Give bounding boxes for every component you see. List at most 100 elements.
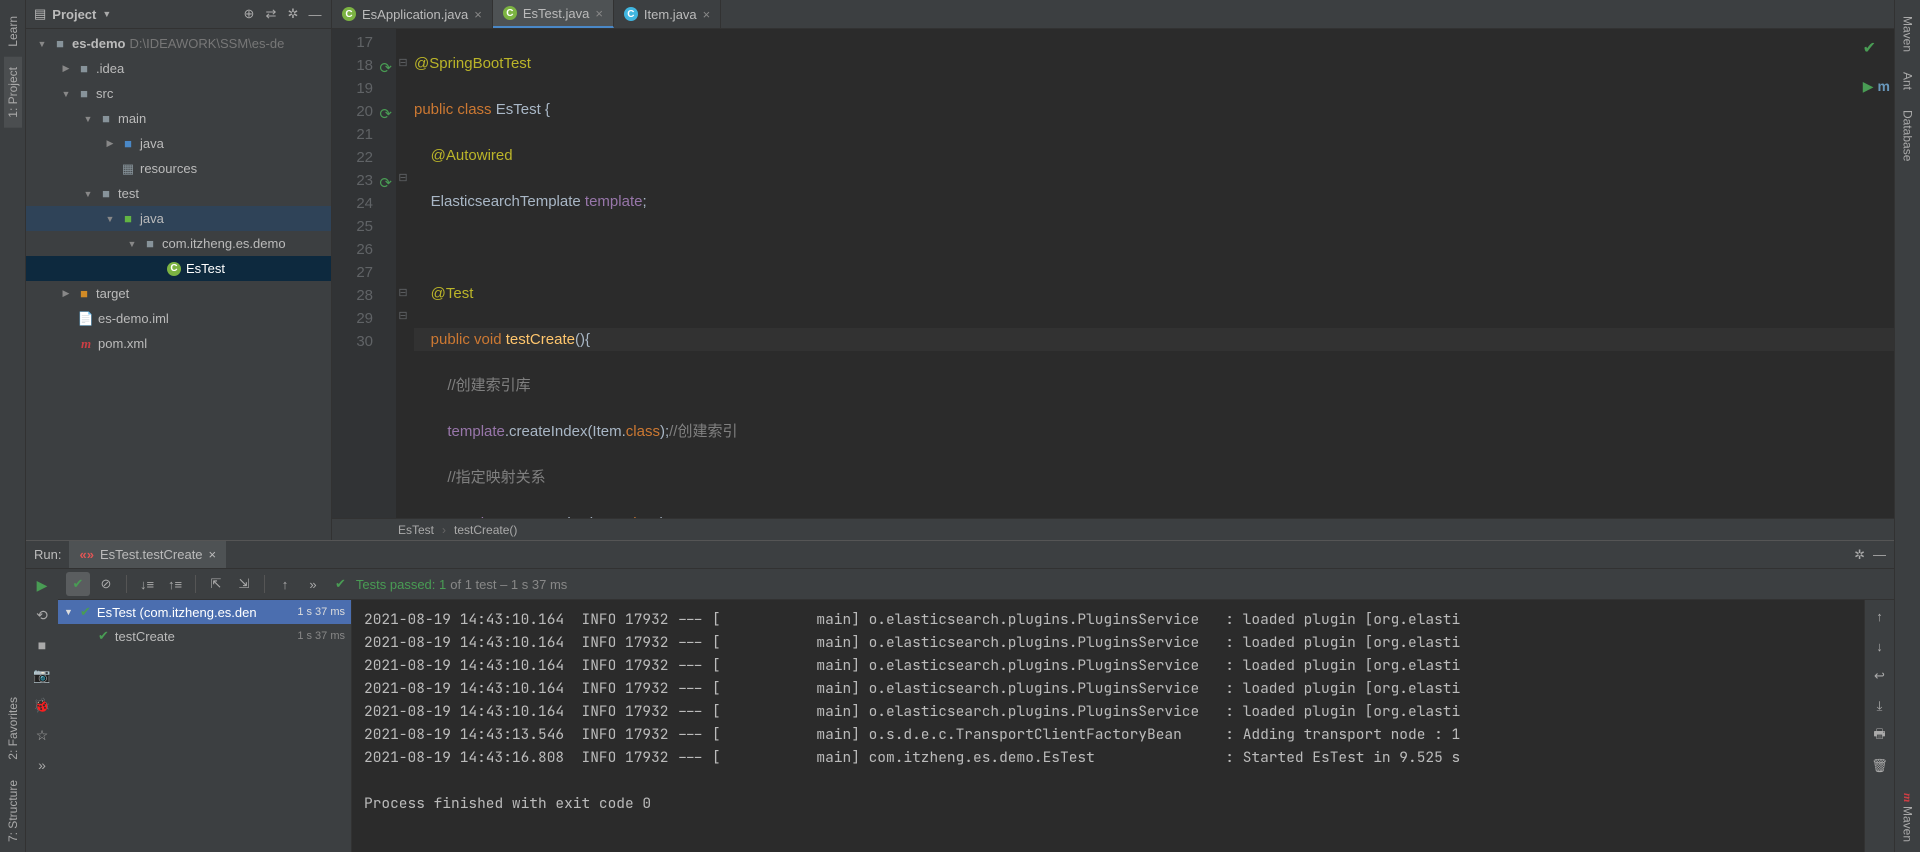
fold-column[interactable]: ⊟ ⊟⊟⊟ bbox=[396, 29, 410, 518]
tree-pom[interactable]: m pom.xml bbox=[26, 331, 331, 356]
run-toolbar: ✔ ⊘ ↓≡ ↑≡ ⇱ ⇲ ↑ » ✔ Tests passed: 1 of 1 bbox=[58, 569, 1894, 600]
check-icon: ✔ bbox=[98, 628, 109, 644]
run-icon[interactable]: ▶ bbox=[1863, 78, 1874, 95]
project-dropdown-icon[interactable]: ▼ bbox=[102, 9, 111, 19]
ant-tab[interactable]: Ant bbox=[1899, 62, 1917, 100]
close-icon[interactable]: × bbox=[209, 547, 217, 562]
settings-icon[interactable]: ✲ bbox=[285, 6, 301, 22]
console-output[interactable]: 2021-08-19 14:43:10.164 INFO 17932 --- [… bbox=[352, 600, 1864, 852]
run-panel: Run: «» EsTest.testCreate × ✲ — ▶ ⟲ ■ 📷 … bbox=[26, 540, 1894, 852]
settings-icon[interactable]: ✲ bbox=[1854, 547, 1865, 563]
expand-icon[interactable]: ⇄ bbox=[263, 6, 279, 22]
maven-tab[interactable]: mMaven bbox=[1898, 783, 1917, 852]
check-icon: ✔ bbox=[80, 604, 91, 620]
scroll-end-icon[interactable]: ⤓ bbox=[1870, 696, 1890, 716]
tab-esapplication[interactable]: C EsApplication.java × bbox=[332, 0, 493, 28]
tree-main-java[interactable]: ▶■ java bbox=[26, 131, 331, 156]
tree-idea[interactable]: ▶■ .idea bbox=[26, 56, 331, 81]
learn-tab[interactable]: Learn bbox=[4, 6, 22, 57]
run-gutter-icon[interactable]: ⟳ bbox=[378, 172, 392, 186]
tree-estest[interactable]: C EsTest bbox=[26, 256, 331, 281]
code-content[interactable]: @SpringBootTest public class EsTest { @A… bbox=[410, 29, 1894, 518]
close-icon[interactable]: × bbox=[595, 6, 603, 21]
database-tab[interactable]: Database bbox=[1899, 100, 1917, 171]
tree-target[interactable]: ▶■ target bbox=[26, 281, 331, 306]
tree-package[interactable]: ▼■ com.itzheng.es.demo bbox=[26, 231, 331, 256]
run-gutter-icon[interactable]: ⟳ bbox=[378, 57, 392, 71]
tab-estest[interactable]: C EsTest.java × bbox=[493, 0, 614, 28]
maven-top-tab[interactable]: Maven bbox=[1899, 6, 1917, 62]
right-tool-strip: Maven Ant Database mMaven bbox=[1894, 0, 1920, 852]
tab-item[interactable]: C Item.java × bbox=[614, 0, 721, 28]
structure-tab[interactable]: 7: Structure bbox=[4, 770, 22, 852]
sort-down-icon[interactable]: ↓≡ bbox=[135, 572, 159, 596]
tree-resources[interactable]: ▶▦ resources bbox=[26, 156, 331, 181]
run-tab[interactable]: «» EsTest.testCreate × bbox=[69, 541, 226, 568]
project-tree[interactable]: ▼ ■ es-demo D:\IDEAWORK\SSM\es-de ▶■ .id… bbox=[26, 29, 331, 540]
debug-icon[interactable]: 🐞 bbox=[32, 695, 52, 715]
collapse-all-icon[interactable]: ⇲ bbox=[232, 572, 256, 596]
run-gutter-icon[interactable]: ⟳ bbox=[378, 103, 392, 117]
run-header: Run: «» EsTest.testCreate × ✲ — bbox=[26, 541, 1894, 569]
project-title: Project bbox=[52, 7, 96, 22]
prev-icon[interactable]: ↑ bbox=[273, 572, 297, 596]
show-passed-button[interactable]: ✔ bbox=[66, 572, 90, 596]
project-header: ▤ Project ▼ ⊕ ⇄ ✲ — bbox=[26, 0, 331, 29]
class-icon: C bbox=[503, 6, 517, 20]
breadcrumb-class[interactable]: EsTest bbox=[398, 523, 434, 537]
maven-tool-icon[interactable]: m bbox=[1878, 78, 1890, 95]
test-tree[interactable]: ▼ ✔ EsTest (com.itzheng.es.den 1 s 37 ms… bbox=[58, 600, 352, 852]
console-right-toolbar: ↑ ↓ ↩ ⤓ 🖶 🗑 bbox=[1864, 600, 1894, 852]
show-ignored-button[interactable]: ⊘ bbox=[94, 572, 118, 596]
soft-wrap-icon[interactable]: ↩ bbox=[1870, 666, 1890, 686]
tree-root[interactable]: ▼ ■ es-demo D:\IDEAWORK\SSM\es-de bbox=[26, 31, 331, 56]
run-config-icon: «» bbox=[79, 547, 93, 562]
line-gutter: 17 18⟳ 19 20⟳ 21 22 23⟳ 24 25 26 27 28 2… bbox=[332, 29, 396, 518]
locate-icon[interactable]: ⊕ bbox=[241, 6, 257, 22]
toggle-autotest-icon[interactable]: ⟲ bbox=[32, 605, 52, 625]
close-icon[interactable]: × bbox=[474, 7, 482, 22]
editor-area: C EsApplication.java × C EsTest.java × C… bbox=[332, 0, 1894, 540]
down-icon[interactable]: ↓ bbox=[1870, 636, 1890, 656]
tests-passed-text: Tests passed: 1 bbox=[356, 577, 446, 592]
run-left-toolbar: ▶ ⟲ ■ 📷 🐞 ☆ » bbox=[26, 569, 58, 852]
next-icon[interactable]: » bbox=[301, 572, 325, 596]
rerun-button[interactable]: ▶ bbox=[32, 575, 52, 595]
pin-icon[interactable]: ☆ bbox=[32, 725, 52, 745]
print-icon[interactable]: 🖶 bbox=[1870, 726, 1890, 746]
hide-icon[interactable]: — bbox=[1873, 547, 1886, 562]
close-icon[interactable]: × bbox=[703, 7, 711, 22]
project-icon: ▤ bbox=[34, 6, 46, 22]
test-root-row[interactable]: ▼ ✔ EsTest (com.itzheng.es.den 1 s 37 ms bbox=[58, 600, 351, 624]
hide-icon[interactable]: — bbox=[307, 6, 323, 22]
clear-icon[interactable]: 🗑 bbox=[1870, 756, 1890, 776]
editor-tabs: C EsApplication.java × C EsTest.java × C… bbox=[332, 0, 1894, 29]
editor-quick-tools: ▶ m bbox=[1863, 78, 1890, 95]
breadcrumb[interactable]: EsTest › testCreate() bbox=[332, 518, 1894, 540]
tree-test[interactable]: ▼■ test bbox=[26, 181, 331, 206]
tests-passed-icon: ✔ bbox=[335, 576, 346, 592]
tree-main[interactable]: ▼■ main bbox=[26, 106, 331, 131]
left-tool-strip: Learn 1: Project 2: Favorites 7: Structu… bbox=[0, 0, 26, 852]
analysis-ok-icon[interactable]: ✔ bbox=[1863, 37, 1876, 60]
expand-all-icon[interactable]: ⇱ bbox=[204, 572, 228, 596]
class-icon: C bbox=[342, 7, 356, 21]
sort-up-icon[interactable]: ↑≡ bbox=[163, 572, 187, 596]
project-panel: ▤ Project ▼ ⊕ ⇄ ✲ — ▼ ■ es-demo D:\IDEAW… bbox=[26, 0, 332, 540]
up-icon[interactable]: ↑ bbox=[1870, 606, 1890, 626]
more-icon[interactable]: » bbox=[32, 755, 52, 775]
favorites-tab[interactable]: 2: Favorites bbox=[4, 687, 22, 770]
project-tab[interactable]: 1: Project bbox=[4, 57, 22, 128]
tree-src[interactable]: ▼■ src bbox=[26, 81, 331, 106]
stop-button[interactable]: ■ bbox=[32, 635, 52, 655]
breadcrumb-method[interactable]: testCreate() bbox=[454, 523, 517, 537]
class-icon: C bbox=[624, 7, 638, 21]
dump-icon[interactable]: 📷 bbox=[32, 665, 52, 685]
tree-test-java[interactable]: ▼■ java bbox=[26, 206, 331, 231]
breadcrumb-separator: › bbox=[442, 523, 446, 537]
run-label: Run: bbox=[34, 547, 61, 562]
editor-body[interactable]: 17 18⟳ 19 20⟳ 21 22 23⟳ 24 25 26 27 28 2… bbox=[332, 29, 1894, 518]
test-item-row[interactable]: ✔ testCreate 1 s 37 ms bbox=[58, 624, 351, 648]
tree-iml[interactable]: 📄 es-demo.iml bbox=[26, 306, 331, 331]
tests-summary-text: of 1 test – 1 s 37 ms bbox=[450, 577, 567, 592]
